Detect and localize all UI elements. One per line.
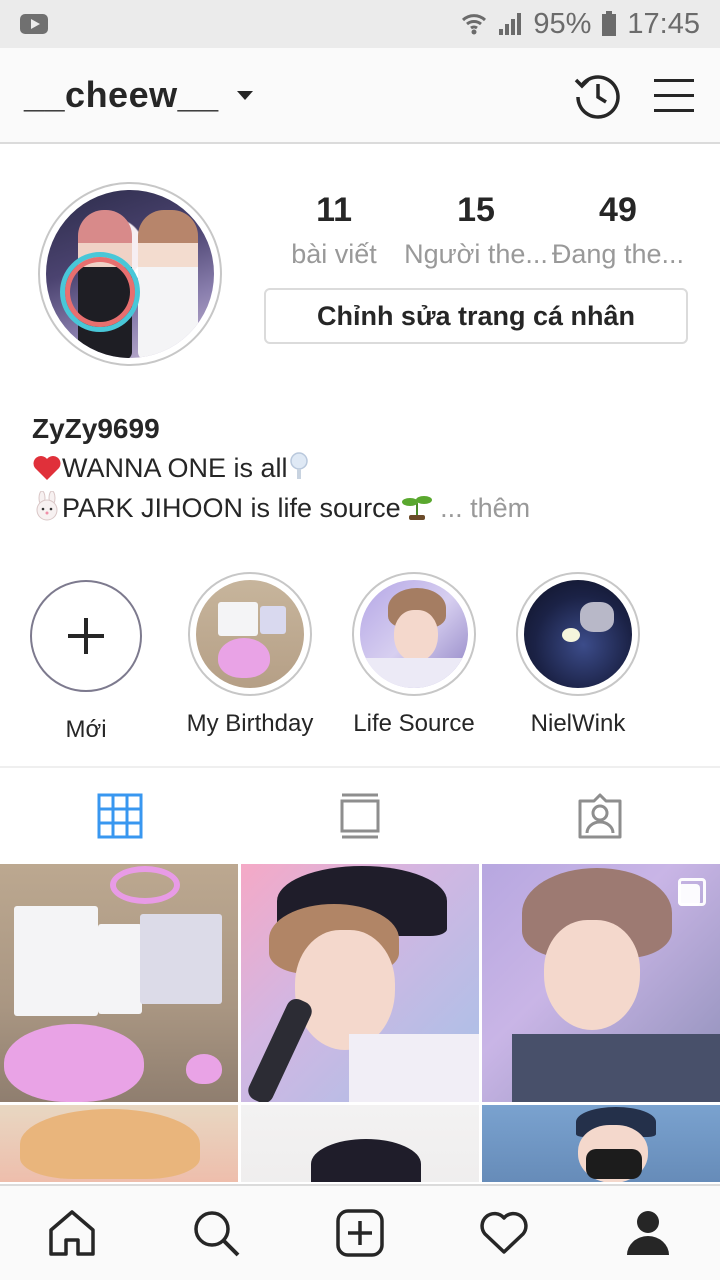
bio-line: PARK JIHOON is life source ... thêm (32, 488, 692, 528)
profile-stats: 11 bài viết 15 Người the... 49 Đang the.… (264, 190, 688, 278)
stat-posts[interactable]: 11 bài viết (264, 190, 404, 278)
post-thumbnail[interactable] (482, 864, 720, 1102)
tab-grid[interactable] (0, 768, 240, 864)
plus-icon (68, 618, 104, 654)
feed-list-icon (340, 793, 380, 839)
nav-new-post[interactable] (288, 1186, 432, 1280)
highlight-label: Life Source (353, 710, 475, 737)
tab-feed[interactable] (240, 768, 480, 864)
post-thumbnail[interactable] (482, 1105, 720, 1182)
profile-bio: ZyZy9699 WANNA ONE is all PARK JIHOON is… (32, 410, 692, 528)
chevron-down-icon[interactable] (236, 90, 253, 100)
bio-text-1: WANNA ONE is all (62, 453, 288, 483)
profile-icon (627, 1211, 669, 1255)
bio-line: WANNA ONE is all (32, 448, 692, 488)
status-bar: 95% 17:45 (0, 0, 720, 48)
stat-following[interactable]: 49 Đang the... (548, 190, 688, 278)
rabbit-icon (36, 491, 58, 521)
post-thumbnail[interactable] (241, 864, 479, 1102)
post-thumbnail[interactable] (0, 1105, 238, 1182)
stat-label: Đang the... (551, 239, 684, 269)
edit-profile-button[interactable]: Chỉnh sửa trang cá nhân (264, 288, 688, 344)
story-highlights: Mới My Birthday Life Source NielWink (0, 572, 720, 744)
wifi-icon (462, 14, 487, 35)
highlight-label: Mới (65, 716, 107, 743)
stat-label: bài viết (291, 239, 377, 269)
youtube-notification-icon (20, 14, 48, 34)
tab-tagged[interactable] (480, 768, 720, 864)
new-highlight-circle (30, 580, 142, 692)
post-thumbnail[interactable] (0, 864, 238, 1102)
heart-icon (480, 1211, 528, 1254)
nav-home[interactable] (0, 1186, 144, 1280)
grid-icon (97, 793, 143, 839)
bio-more-link[interactable]: ... thêm (440, 493, 530, 523)
stat-value: 49 (599, 191, 637, 229)
stat-value: 11 (316, 191, 353, 229)
clock: 17:45 (627, 7, 700, 40)
post-thumbnail[interactable] (241, 1105, 479, 1182)
profile-avatar[interactable] (46, 190, 214, 358)
profile-header: __cheew__ (0, 48, 720, 144)
highlight-cover (196, 580, 304, 688)
bottom-navigation (0, 1184, 720, 1280)
account-username[interactable]: __cheew__ (24, 74, 219, 116)
stat-value: 15 (457, 191, 495, 229)
archive-history-icon[interactable] (572, 70, 622, 120)
multiple-photos-icon (678, 878, 706, 906)
red-heart-icon (33, 456, 61, 480)
seedling-icon (401, 496, 432, 520)
highlight-label: NielWink (530, 710, 626, 737)
profile-tabs (0, 766, 720, 864)
highlight-life-source[interactable]: Life Source (339, 572, 489, 738)
highlight-my-birthday[interactable]: My Birthday (175, 572, 325, 738)
lightstick-icon (289, 452, 308, 479)
battery-percent: 95% (533, 7, 592, 40)
home-icon (49, 1210, 95, 1256)
stat-label: Người the... (404, 239, 548, 269)
tagged-person-icon (578, 793, 622, 839)
nav-activity[interactable] (432, 1186, 576, 1280)
highlight-cover (360, 580, 468, 688)
highlight-cover (524, 580, 632, 688)
posts-grid (0, 864, 720, 1182)
battery-icon (602, 11, 617, 36)
stat-followers[interactable]: 15 Người the... (404, 190, 548, 278)
signal-icon (499, 13, 522, 35)
bio-text-2: PARK JIHOON is life source (62, 493, 401, 523)
nav-search[interactable] (144, 1186, 288, 1280)
display-name: ZyZy9699 (32, 413, 160, 444)
highlight-label: My Birthday (186, 710, 314, 737)
highlight-nielwink[interactable]: NielWink (503, 572, 653, 738)
highlight-new[interactable]: Mới (11, 572, 161, 744)
new-post-icon (336, 1209, 384, 1257)
nav-profile[interactable] (576, 1186, 720, 1280)
search-icon (194, 1211, 240, 1257)
menu-icon[interactable] (652, 75, 696, 115)
